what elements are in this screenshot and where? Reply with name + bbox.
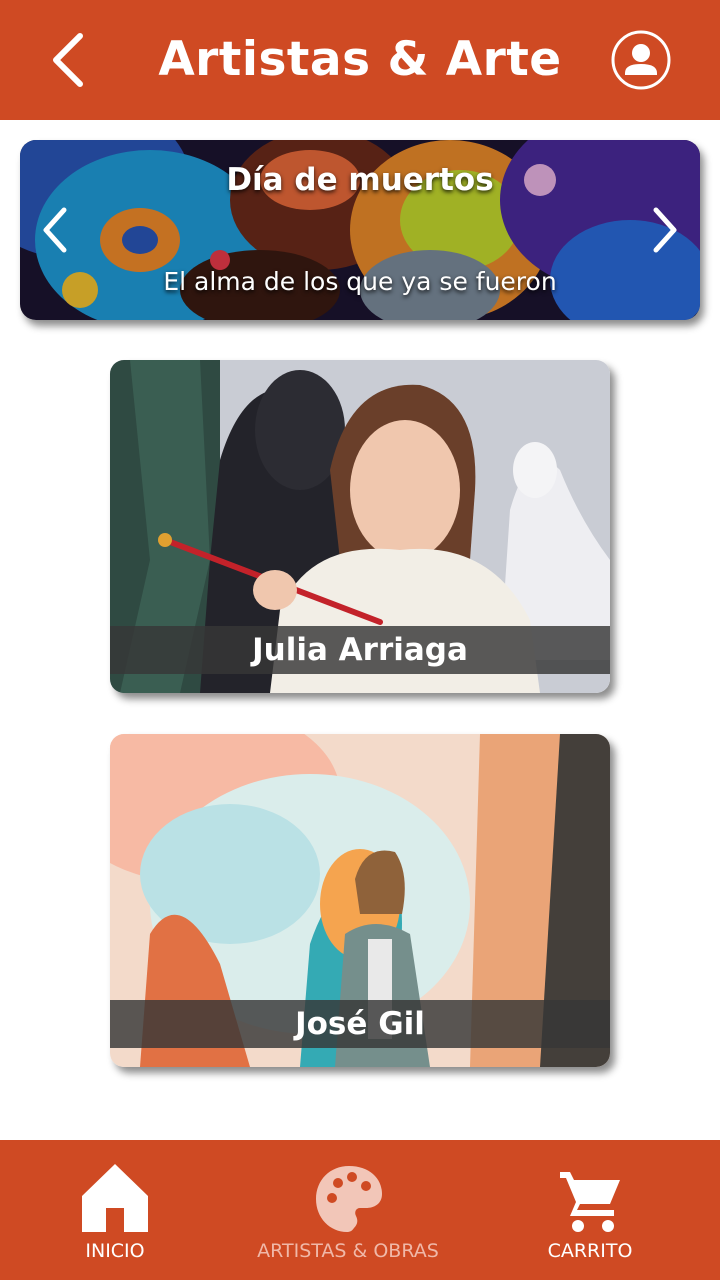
bottom-nav: INICIO ARTISTAS & OBRAS CARRITO [0, 1140, 720, 1280]
nav-home[interactable]: INICIO [40, 1140, 190, 1280]
banner-next-button[interactable] [646, 204, 682, 256]
home-icon [82, 1164, 148, 1232]
artist-card[interactable]: José Gil [110, 734, 610, 1067]
chevron-right-icon [653, 207, 677, 253]
chevron-left-icon [43, 207, 67, 253]
nav-home-label: INICIO [85, 1240, 145, 1262]
artist-name: Julia Arriaga [110, 626, 610, 674]
banner-title: Día de muertos [226, 162, 494, 198]
cart-icon [560, 1172, 620, 1232]
nav-cart-label: CARRITO [547, 1240, 633, 1262]
featured-banner[interactable]: Día de muertos El alma de los que ya se … [20, 140, 700, 320]
artist-name: José Gil [110, 1000, 610, 1048]
banner-subtitle: El alma de los que ya se fueron [163, 267, 557, 296]
nav-artists-label: ARTISTAS & OBRAS [257, 1240, 439, 1262]
artist-card[interactable]: Julia Arriaga [110, 360, 610, 693]
nav-artists[interactable]: ARTISTAS & OBRAS [238, 1140, 458, 1280]
banner-prev-button[interactable] [38, 204, 74, 256]
nav-cart[interactable]: CARRITO [520, 1140, 660, 1280]
profile-button[interactable] [610, 29, 672, 91]
app-header: Artistas & Arte [0, 0, 720, 120]
palette-icon [316, 1166, 382, 1232]
user-circle-icon [611, 30, 671, 90]
